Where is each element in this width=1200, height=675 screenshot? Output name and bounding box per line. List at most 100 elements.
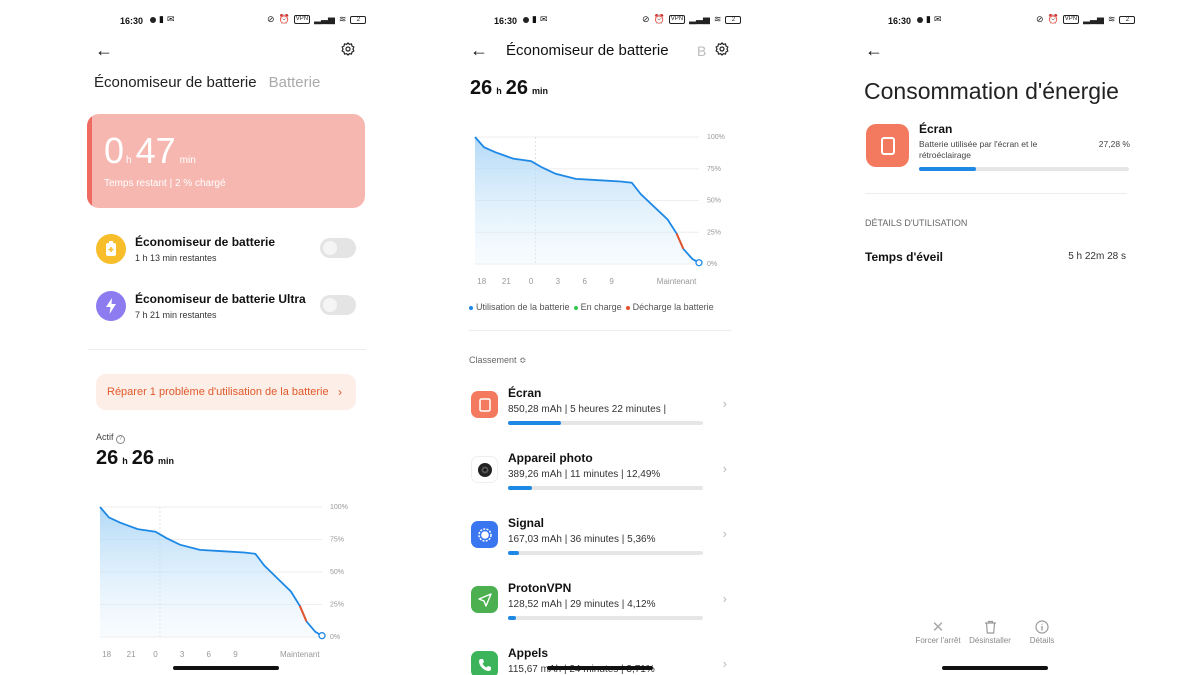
alarm-icon: ⏰ [1047,14,1059,24]
item-description: Batterie utilisée par l'écran et le rétr… [919,139,1038,160]
app-row-camera[interactable]: Appareil photo 389,26 mAh | 11 minutes |… [469,451,737,507]
remaining-time: 0 h 47 min [104,130,196,171]
signal-icon: ▂▃▅ [314,14,335,24]
wifi-icon: ≋ [1107,14,1116,24]
power-consumption-screen: 16:30 ▮ ✉ ⊘ ⏰ VPN ▂▃▅ ≋ 2 ← Consommation… [850,0,1140,675]
app-row-screen[interactable]: Écran 850,28 mAh | 5 heures 22 minutes |… [469,386,737,442]
wifi-icon: ≋ [338,14,347,24]
dnd-icon: ⊘ [267,14,275,24]
repair-label: Réparer 1 problème d'utilisation de la b… [107,386,329,398]
x-tick-label: 9 [233,650,238,659]
message-icon [917,16,923,23]
message-icon [150,16,156,23]
chevron-right-icon: › [722,591,727,606]
mode-ultra-battery-saver[interactable]: Économiseur de batterie Ultra 7 h 21 min… [96,289,356,329]
battery-level-chart: 100% 75% 50% 25% 0% 18 21 0 3 6 9 Maintenant [99,504,348,659]
x-tick-label: 3 [556,277,561,286]
app-name: Signal [508,516,545,530]
action-bar: ✕ Forcer l'arrêt Désinstaller Détails [912,618,1068,645]
details-button[interactable]: Détails [1016,618,1068,645]
screen-icon [866,124,909,167]
lightning-icon [96,291,126,321]
x-tick-label: 18 [477,277,486,286]
status-icons: ⊘ ⏰ VPN ▂▃▅ ≋ 2 [267,14,367,25]
battery-level-chart: 100% 75% 50% 25% 0% 18 21 0 3 6 9 Maintenant [474,134,725,286]
tab-battery[interactable]: Batterie [269,74,321,91]
battery-saver-screen: 16:30 ▮ ✉ ⊘ ⏰ VPN ▂▃▅ ≋ 2 ← Économiseur … [80,0,380,675]
chevron-right-icon: › [722,396,727,411]
wake-time-label: Temps d'éveil [865,250,943,264]
app-detail: 389,26 mAh | 11 minutes | 12,49% [508,469,661,480]
back-arrow-icon[interactable]: ← [95,41,113,59]
remaining-subtitle: Temps restant | 2 % chargé [104,178,226,189]
chevron-right-icon: › [722,656,727,671]
usage-bar [508,616,703,620]
x-tick-label: Maintenant [657,277,697,286]
ultra-battery-saver-toggle[interactable] [320,295,356,315]
x-tick-label: Maintenant [280,650,320,659]
app-row-signal[interactable]: Signal 167,03 mAh | 36 minutes | 5,36% › [469,516,737,572]
back-arrow-icon[interactable]: ← [470,41,488,59]
vpn-icon: VPN [668,15,686,24]
force-stop-button[interactable]: ✕ Forcer l'arrêt [912,618,964,645]
x-tick-label: 9 [609,277,614,286]
battery-usage-screen: 16:30 ▮ ✉ ⊘ ⏰ VPN ▂▃▅ ≋ 2 ← Économiseur … [455,0,745,675]
help-icon[interactable]: ? [116,435,126,444]
mode-battery-saver[interactable]: Économiseur de batterie 1 h 13 min resta… [96,232,356,272]
active-duration: 26 h 26 min [96,447,175,469]
tab-battery-saver[interactable]: Économiseur de batterie [94,74,257,91]
legend-item: Utilisation de la batterie [469,302,570,312]
y-tick-label: 75% [707,166,721,173]
battery-saver-toggle[interactable] [320,238,356,258]
home-indicator[interactable] [547,666,653,670]
usage-bar [508,421,703,425]
wifi-icon: ≋ [713,14,722,24]
mode-title: Économiseur de batterie Ultra [135,292,306,306]
gear-icon[interactable] [341,42,355,56]
x-tick-label: 3 [180,650,185,659]
battery-small-icon: ▮ [926,14,931,24]
x-tick-label: 0 [153,650,158,659]
battery-plus-icon [96,234,126,264]
app-row-calls[interactable]: Appels 115,67 mAh | 24 minutes | 3,71% › [469,646,737,675]
screen-icon [471,391,498,418]
remaining-time-card: 0 h 47 min Temps restant | 2 % chargé [87,114,365,208]
gear-icon[interactable] [715,42,729,56]
x-tick-label: 6 [207,650,212,659]
mode-subtitle: 7 h 21 min restantes [135,310,217,320]
app-detail: 167,03 mAh | 36 minutes | 5,36% [508,534,656,545]
mail-icon: ✉ [166,14,175,24]
divider [469,330,731,331]
message-icon [523,16,529,23]
current-point [318,632,326,640]
back-arrow-icon[interactable]: ← [865,41,883,59]
camera-icon [471,456,498,483]
close-icon: ✕ [931,619,945,636]
repair-battery-button[interactable]: Réparer 1 problème d'utilisation de la b… [96,374,356,410]
protonvpn-icon [471,586,498,613]
status-time: 16:30 [120,16,144,26]
status-notifications: ▮ ✉ [523,14,548,25]
info-icon [1016,618,1068,636]
app-name: Écran [508,386,542,400]
home-indicator[interactable] [173,666,279,670]
y-tick-label: 0% [707,261,717,268]
active-label: Actif ? [96,432,126,444]
usage-bar [508,486,703,490]
chart-legend: Utilisation de la batterie En charge Déc… [469,302,714,312]
uninstall-button[interactable]: Désinstaller [964,618,1016,645]
chevron-right-icon: › [722,461,727,476]
sort-dropdown[interactable]: Classement ≎ [469,355,527,366]
home-indicator[interactable] [942,666,1048,670]
y-tick-label: 0% [330,634,340,641]
app-detail: 850,28 mAh | 5 heures 22 minutes | [508,404,667,415]
x-tick-label: 21 [127,650,136,659]
signal-icon: ▂▃▅ [689,14,710,24]
y-tick-label: 25% [707,229,721,236]
legend-item: En charge [573,302,622,312]
vpn-icon: VPN [1062,15,1080,24]
alarm-icon: ⏰ [653,14,665,24]
app-row-protonvpn[interactable]: ProtonVPN 128,52 mAh | 29 minutes | 4,12… [469,581,737,637]
y-tick-label: 100% [330,504,348,511]
y-tick-label: 75% [330,537,344,544]
